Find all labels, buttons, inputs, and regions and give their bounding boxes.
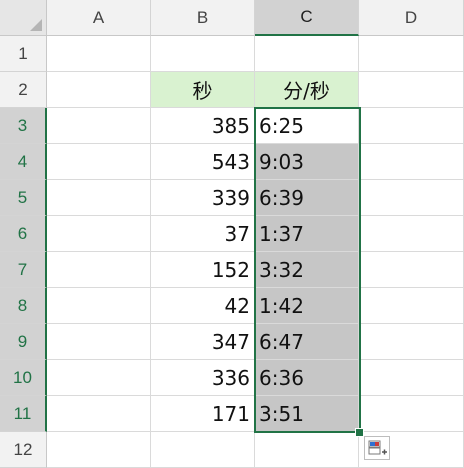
quick-analysis-button[interactable] xyxy=(364,436,390,460)
column-header-b[interactable]: B xyxy=(151,0,255,36)
cell-d5[interactable] xyxy=(359,180,464,216)
seconds-cell[interactable]: 42 xyxy=(151,288,255,324)
cell-a12[interactable] xyxy=(47,432,151,468)
time-cell[interactable]: 6:39 xyxy=(255,180,359,216)
cell-d6[interactable] xyxy=(359,216,464,252)
seconds-cell[interactable]: 171 xyxy=(151,396,255,432)
time-cell[interactable]: 3:51 xyxy=(255,396,359,432)
seconds-cell[interactable]: 385 xyxy=(151,108,255,144)
time-cell[interactable]: 9:03 xyxy=(255,144,359,180)
row-header-11[interactable]: 11 xyxy=(0,396,47,432)
row-header-2[interactable]: 2 xyxy=(0,72,47,108)
cell-a11[interactable] xyxy=(47,396,151,432)
seconds-cell[interactable]: 339 xyxy=(151,180,255,216)
cell-d4[interactable] xyxy=(359,144,464,180)
cell-c1[interactable] xyxy=(255,36,359,72)
time-cell-active[interactable]: 6:25 xyxy=(255,108,359,144)
cell-d7[interactable] xyxy=(359,252,464,288)
header-seconds-cell[interactable]: 秒 xyxy=(151,72,255,108)
cell-a10[interactable] xyxy=(47,360,151,396)
cell-c12[interactable] xyxy=(255,432,359,468)
cell-b1[interactable] xyxy=(151,36,255,72)
row-header-4[interactable]: 4 xyxy=(0,144,47,180)
cell-d10[interactable] xyxy=(359,360,464,396)
time-cell[interactable]: 6:47 xyxy=(255,324,359,360)
cell-a4[interactable] xyxy=(47,144,151,180)
cell-a9[interactable] xyxy=(47,324,151,360)
row-header-1[interactable]: 1 xyxy=(0,36,47,72)
row-header-5[interactable]: 5 xyxy=(0,180,47,216)
select-all-triangle-icon xyxy=(30,19,42,31)
cell-d11[interactable] xyxy=(359,396,464,432)
time-cell[interactable]: 1:42 xyxy=(255,288,359,324)
seconds-cell[interactable]: 37 xyxy=(151,216,255,252)
row-header-12[interactable]: 12 xyxy=(0,432,47,468)
cell-a1[interactable] xyxy=(47,36,151,72)
cell-d2[interactable] xyxy=(359,72,464,108)
cell-a5[interactable] xyxy=(47,180,151,216)
header-minutes-seconds-cell[interactable]: 分/秒 xyxy=(255,72,359,108)
fill-handle[interactable] xyxy=(355,428,364,437)
cell-d1[interactable] xyxy=(359,36,464,72)
seconds-cell[interactable]: 347 xyxy=(151,324,255,360)
seconds-cell[interactable]: 543 xyxy=(151,144,255,180)
select-all-button[interactable] xyxy=(0,0,47,36)
seconds-cell[interactable]: 336 xyxy=(151,360,255,396)
column-header-d[interactable]: D xyxy=(359,0,464,36)
cell-a3[interactable] xyxy=(47,108,151,144)
row-header-3[interactable]: 3 xyxy=(0,108,47,144)
row-header-7[interactable]: 7 xyxy=(0,252,47,288)
row-header-6[interactable]: 6 xyxy=(0,216,47,252)
cell-a6[interactable] xyxy=(47,216,151,252)
spreadsheet-grid: A B C D 1 2 3 4 5 6 7 8 9 10 11 12 秒 分/秒… xyxy=(0,0,464,468)
column-header-c[interactable]: C xyxy=(255,0,359,36)
time-cell[interactable]: 6:36 xyxy=(255,360,359,396)
row-header-10[interactable]: 10 xyxy=(0,360,47,396)
cell-a2[interactable] xyxy=(47,72,151,108)
column-header-a[interactable]: A xyxy=(47,0,151,36)
row-header-9[interactable]: 9 xyxy=(0,324,47,360)
cell-d3[interactable] xyxy=(359,108,464,144)
cell-a7[interactable] xyxy=(47,252,151,288)
quick-analysis-icon xyxy=(368,440,387,455)
cell-a8[interactable] xyxy=(47,288,151,324)
cell-b12[interactable] xyxy=(151,432,255,468)
seconds-cell[interactable]: 152 xyxy=(151,252,255,288)
cell-d9[interactable] xyxy=(359,324,464,360)
row-header-8[interactable]: 8 xyxy=(0,288,47,324)
time-cell[interactable]: 3:32 xyxy=(255,252,359,288)
cell-d8[interactable] xyxy=(359,288,464,324)
time-cell[interactable]: 1:37 xyxy=(255,216,359,252)
